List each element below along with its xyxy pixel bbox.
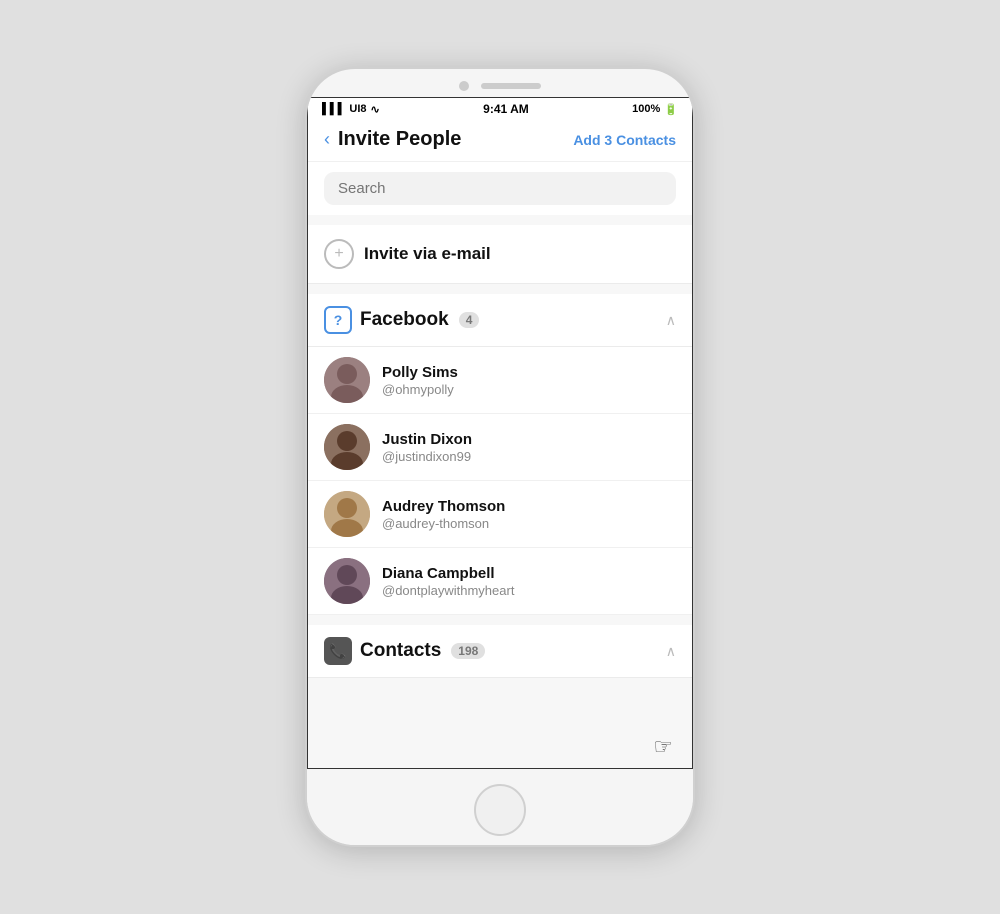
status-right: 100% 🔋	[632, 103, 678, 116]
section-gap-1	[308, 284, 692, 294]
facebook-chevron-icon: ∧	[666, 312, 676, 329]
contact-name: Audrey Thomson	[382, 498, 505, 515]
contact-info: Diana Campbell @dontplaywithmyheart	[382, 565, 514, 598]
status-bar: ▌▌▌ UI8 ∿ 9:41 AM 100% 🔋	[308, 98, 692, 120]
contact-handle: @audrey-thomson	[382, 516, 505, 531]
section-gap-top	[308, 215, 692, 225]
contacts-chevron-icon: ∧	[666, 643, 676, 660]
nav-header: ‹ Invite People Add 3 Contacts	[308, 120, 692, 162]
phone-top-hardware	[307, 69, 693, 91]
phone-screen: ▌▌▌ UI8 ∿ 9:41 AM 100% 🔋 ‹ Invite People…	[307, 97, 693, 769]
speaker-grille	[481, 83, 541, 89]
search-container	[308, 162, 692, 215]
facebook-question-icon: ?	[334, 312, 343, 328]
contacts-count-badge: 198	[451, 643, 485, 659]
front-camera	[459, 81, 469, 91]
contact-handle: @justindixon99	[382, 449, 472, 464]
content-area: + Invite via e-mail ? Facebook 4 ∧	[308, 215, 692, 768]
facebook-section-header[interactable]: ? Facebook 4 ∧	[308, 294, 692, 347]
page-title: Invite People	[338, 128, 573, 151]
section-gap-2	[308, 615, 692, 625]
facebook-section-title: Facebook	[360, 309, 449, 331]
carrier-label: UI8	[349, 103, 366, 115]
facebook-count-badge: 4	[459, 312, 480, 328]
contact-info: Justin Dixon @justindixon99	[382, 431, 472, 464]
status-left: ▌▌▌ UI8 ∿	[322, 103, 380, 116]
contacts-section-title: Contacts	[360, 640, 441, 662]
invite-email-icon: +	[324, 239, 354, 269]
contact-name: Diana Campbell	[382, 565, 514, 582]
avatar	[324, 491, 370, 537]
contact-row[interactable]: Justin Dixon @justindixon99	[308, 414, 692, 481]
phone-device: ▌▌▌ UI8 ∿ 9:41 AM 100% 🔋 ‹ Invite People…	[305, 67, 695, 847]
plus-icon: +	[334, 245, 343, 263]
battery-label: 100%	[632, 103, 660, 115]
contact-handle: @dontplaywithmyheart	[382, 583, 514, 598]
facebook-icon: ?	[324, 306, 352, 334]
battery-icon: 🔋	[664, 103, 678, 116]
contact-info: Polly Sims @ohmypolly	[382, 364, 458, 397]
contact-row[interactable]: Polly Sims @ohmypolly	[308, 347, 692, 414]
contact-row[interactable]: Diana Campbell @dontplaywithmyheart	[308, 548, 692, 615]
phone-bottom	[307, 775, 693, 845]
back-button[interactable]: ‹	[324, 129, 330, 150]
status-time: 9:41 AM	[483, 102, 529, 116]
contact-handle: @ohmypolly	[382, 382, 458, 397]
contact-info: Audrey Thomson @audrey-thomson	[382, 498, 505, 531]
invite-email-label: Invite via e-mail	[364, 244, 491, 264]
contact-row[interactable]: Audrey Thomson @audrey-thomson	[308, 481, 692, 548]
search-input[interactable]	[324, 172, 676, 205]
invite-email-row[interactable]: + Invite via e-mail	[308, 225, 692, 284]
contacts-section-header[interactable]: 📞 Contacts 198 ∧	[308, 625, 692, 678]
home-button[interactable]	[474, 784, 526, 836]
contact-name: Justin Dixon	[382, 431, 472, 448]
wifi-icon: ∿	[371, 103, 380, 116]
phone-icon: 📞	[329, 643, 346, 660]
avatar	[324, 558, 370, 604]
avatar	[324, 424, 370, 470]
signal-icon: ▌▌▌	[322, 103, 345, 115]
contacts-phone-icon: 📞	[324, 637, 352, 665]
contact-name: Polly Sims	[382, 364, 458, 381]
add-contacts-button[interactable]: Add 3 Contacts	[573, 132, 676, 148]
avatar	[324, 357, 370, 403]
